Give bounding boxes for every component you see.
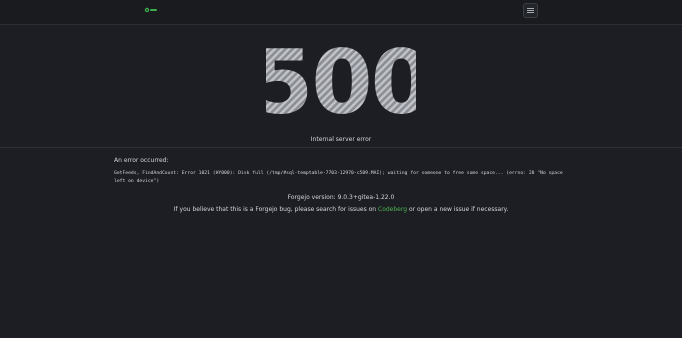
menu-button[interactable] bbox=[523, 3, 538, 18]
version-text: Forgejo version: 9.0.3+gitea-1.22.0 bbox=[287, 194, 395, 201]
error-detail: GetFeeds, FindAndCount: Error 1021 (HY00… bbox=[114, 171, 563, 184]
hamburger-menu-icon bbox=[527, 8, 534, 13]
codeberg-link[interactable]: Codeberg bbox=[378, 206, 407, 213]
bug-note-suffix: or open a new issue if necessary. bbox=[407, 206, 509, 213]
error-code-text: 500 bbox=[266, 35, 416, 125]
top-navbar bbox=[0, 0, 682, 25]
error-code: 500 bbox=[0, 35, 682, 125]
bug-note-prefix: If you believe that this is a Forgejo bu… bbox=[173, 206, 379, 213]
error-heading: An error occurred: bbox=[114, 157, 169, 164]
forgejo-logo-icon[interactable] bbox=[144, 5, 158, 15]
divider bbox=[0, 147, 682, 148]
error-page: 500 Internal server error An error occur… bbox=[0, 0, 682, 338]
error-title: Internal server error bbox=[310, 136, 372, 143]
bug-note: If you believe that this is a Forgejo bu… bbox=[0, 206, 682, 213]
